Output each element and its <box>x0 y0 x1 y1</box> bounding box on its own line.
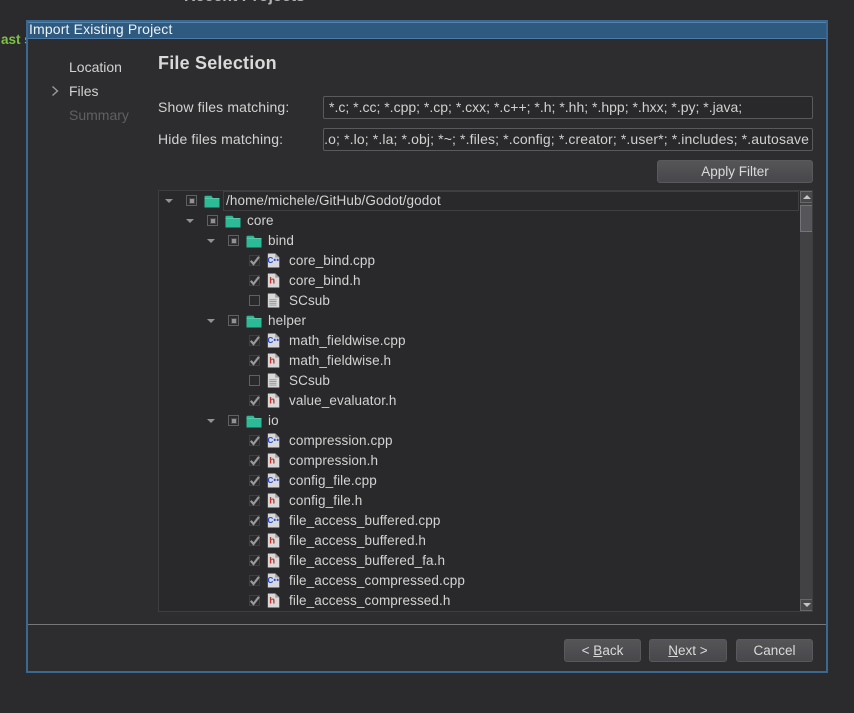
svg-text:h: h <box>269 555 275 566</box>
svg-text:C: C <box>268 256 274 265</box>
svg-text:C: C <box>268 336 274 345</box>
svg-text:h: h <box>269 275 275 286</box>
svg-text:h: h <box>269 535 275 546</box>
svg-text:C: C <box>268 576 274 585</box>
svg-text:h: h <box>269 395 275 406</box>
svg-text:h: h <box>269 495 275 506</box>
svg-text:h: h <box>269 455 275 466</box>
svg-text:h: h <box>269 595 275 606</box>
svg-text:C: C <box>268 436 274 445</box>
svg-text:C: C <box>268 516 274 525</box>
svg-text:C: C <box>268 476 274 485</box>
svg-text:h: h <box>269 355 275 366</box>
